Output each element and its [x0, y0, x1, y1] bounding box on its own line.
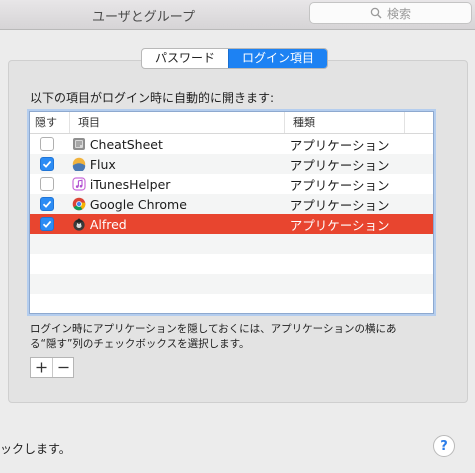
item-kind: アプリケーション — [289, 217, 390, 233]
title-bar: ユーザとグループ 検索 — [0, 0, 475, 30]
item-name: iTunesHelper — [89, 176, 171, 192]
empty-row — [30, 234, 433, 254]
hide-checkbox[interactable] — [39, 137, 54, 151]
empty-row — [30, 294, 433, 313]
item-name: Alfred — [89, 216, 127, 232]
empty-row — [30, 254, 433, 274]
hide-checkbox[interactable] — [39, 197, 54, 211]
remove-item-button[interactable] — [52, 358, 73, 377]
lock-hint-text: ックします。 — [0, 442, 71, 456]
table-body: CheatSheet アプリケーション Flux アプリケーション iTunes… — [30, 134, 433, 313]
table-header: 隠す 項目 種類 — [30, 112, 433, 134]
item-kind: アプリケーション — [289, 157, 390, 173]
table-row[interactable]: Google Chrome アプリケーション — [30, 194, 433, 214]
table-row[interactable]: iTunesHelper アプリケーション — [30, 174, 433, 194]
hide-checkbox[interactable] — [39, 217, 54, 231]
item-name: Flux — [89, 156, 116, 172]
chrome-icon — [72, 197, 86, 211]
plus-icon — [36, 362, 47, 373]
itunes-helper-icon — [72, 177, 86, 191]
search-field[interactable]: 検索 — [309, 2, 472, 24]
item-kind: アプリケーション — [289, 197, 390, 213]
tab-password[interactable]: パスワード — [142, 49, 228, 68]
hide-checkbox[interactable] — [39, 157, 54, 171]
item-name: Google Chrome — [89, 196, 187, 212]
window-title: ユーザとグループ — [92, 10, 195, 25]
add-item-button[interactable] — [31, 358, 52, 377]
tab-bar: パスワード ログイン項目 — [141, 48, 329, 69]
item-kind: アプリケーション — [289, 177, 390, 193]
hide-help-text: ログイン時にアプリケーションを隠しておくには、アプリケーションの横にあ る“隠す… — [30, 322, 440, 352]
help-text-line: る“隠す”列のチェックボックスを選択します。 — [30, 338, 250, 350]
login-items-intro: 以下の項目がログイン時に自動的に開きます: — [30, 91, 275, 105]
column-header-item[interactable]: 項目 — [70, 112, 285, 133]
empty-row — [30, 274, 433, 294]
help-button[interactable]: ? — [433, 435, 455, 457]
hide-checkbox[interactable] — [39, 177, 54, 191]
search-placeholder: 検索 — [386, 6, 411, 21]
alfred-icon — [72, 217, 86, 231]
table-row[interactable]: Flux アプリケーション — [30, 154, 433, 174]
item-name: CheatSheet — [89, 136, 163, 152]
cheatsheet-app-icon — [72, 137, 86, 151]
column-header-kind[interactable]: 種類 — [285, 112, 405, 133]
tab-login-items[interactable]: ログイン項目 — [228, 49, 328, 68]
search-icon — [370, 7, 382, 19]
add-remove-control — [30, 357, 74, 378]
login-items-table[interactable]: 隠す 項目 種類 CheatSheet アプリケーション Flux アプリケーシ… — [29, 111, 434, 314]
minus-icon — [58, 366, 68, 369]
help-text-line: ログイン時にアプリケーションを隠しておくには、アプリケーションの横にあ — [30, 323, 397, 335]
item-kind: アプリケーション — [289, 137, 390, 153]
table-row-selected[interactable]: Alfred アプリケーション — [30, 214, 433, 234]
column-header-hide[interactable]: 隠す — [30, 112, 70, 133]
table-row[interactable]: CheatSheet アプリケーション — [30, 134, 433, 154]
flux-app-icon — [72, 157, 86, 171]
